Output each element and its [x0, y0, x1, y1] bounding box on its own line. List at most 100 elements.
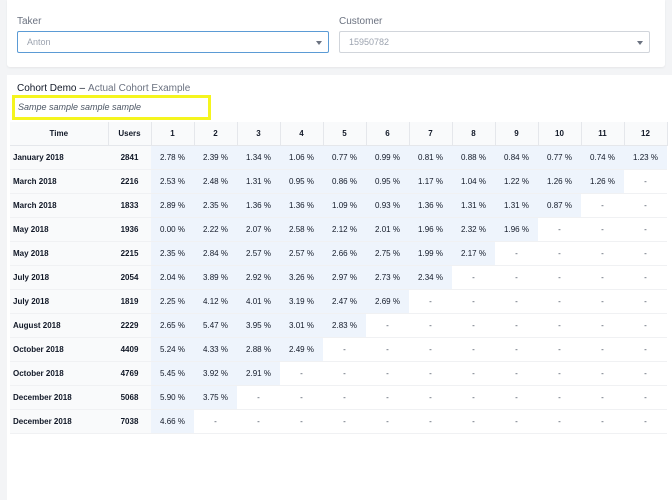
retention-cell: 1.36 % [237, 193, 280, 218]
retention-cell: - [624, 241, 667, 266]
retention-cell: - [323, 385, 366, 410]
table-header-row: Time Users 1 2 3 4 5 6 7 8 9 10 11 12 [10, 122, 668, 146]
retention-cell: - [452, 289, 495, 314]
retention-cell: - [624, 217, 667, 242]
table-row: August 2018 2229 2.65 % 5.47 % 3.95 % 3.01 % 2… [10, 313, 667, 338]
retention-cell: - [538, 265, 581, 290]
retention-cell: 4.12 % [194, 289, 237, 314]
retention-cell: - [538, 313, 581, 338]
retention-cell: 0.00 % [151, 217, 194, 242]
retention-cell: 1.96 % [495, 217, 538, 242]
card-subtitle: Actual Cohort Example [88, 83, 191, 94]
table-body: January 2018 2841 2.78 % 2.39 % 1.34 % 1.06 %… [10, 145, 667, 434]
retention-cell: - [366, 361, 409, 386]
retention-cell: 2.66 % [323, 241, 366, 266]
retention-cell: 3.89 % [194, 265, 237, 290]
table-row: March 2018 2216 2.53 % 2.48 % 1.31 % 0.95 % 0.… [10, 169, 667, 194]
retention-cell: - [624, 385, 667, 410]
customer-value: 15950782 [349, 37, 390, 47]
column-header: 9 [495, 122, 539, 146]
retention-cell: 5.45 % [151, 361, 194, 386]
retention-cell: 3.75 % [194, 385, 237, 410]
retention-cell: 2.91 % [237, 361, 280, 386]
column-header: 12 [624, 122, 668, 146]
retention-cell: 1.22 % [495, 169, 538, 194]
cohort-time-cell: July 2018 [10, 265, 108, 290]
chevron-down-icon [316, 41, 322, 45]
retention-cell: 2.84 % [194, 241, 237, 266]
cohort-users-cell: 2841 [108, 145, 151, 170]
retention-cell: - [624, 193, 667, 218]
cohort-users-cell: 2229 [108, 313, 151, 338]
cohort-users-cell: 4409 [108, 337, 151, 362]
retention-cell: 2.88 % [237, 337, 280, 362]
retention-cell: 0.99 % [366, 145, 409, 170]
retention-cell: 2.65 % [151, 313, 194, 338]
chevron-down-icon [637, 41, 643, 45]
cohort-users-cell: 7038 [108, 409, 151, 434]
table-row: May 2018 1936 0.00 % 2.22 % 2.07 % 2.58 % 2.12… [10, 217, 667, 242]
retention-cell: 2.25 % [151, 289, 194, 314]
table-row: December 2018 5068 5.90 % 3.75 % - - - - - - - - - - [10, 385, 667, 410]
customer-select[interactable]: 15950782 [339, 31, 650, 53]
retention-cell: 1.96 % [409, 217, 452, 242]
cohort-time-cell: August 2018 [10, 313, 108, 338]
retention-cell: - [409, 409, 452, 434]
retention-cell: - [452, 313, 495, 338]
retention-cell: 2.01 % [366, 217, 409, 242]
retention-cell: 1.36 % [280, 193, 323, 218]
retention-cell: - [452, 385, 495, 410]
retention-cell: - [495, 409, 538, 434]
retention-cell: 1.17 % [409, 169, 452, 194]
column-header: 4 [280, 122, 324, 146]
retention-cell: - [194, 409, 237, 434]
table-row: May 2018 2215 2.35 % 2.84 % 2.57 % 2.57 % 2.66… [10, 241, 667, 266]
retention-cell: - [452, 409, 495, 434]
column-header: 3 [237, 122, 281, 146]
retention-cell: - [581, 313, 624, 338]
retention-cell: 1.23 % [624, 145, 667, 170]
retention-cell: - [495, 241, 538, 266]
retention-cell: 2.78 % [151, 145, 194, 170]
retention-cell: 2.35 % [194, 193, 237, 218]
column-header: Time [10, 122, 109, 146]
retention-cell: - [538, 241, 581, 266]
retention-cell: - [538, 337, 581, 362]
retention-cell: - [280, 361, 323, 386]
retention-cell: 2.35 % [151, 241, 194, 266]
retention-cell: 0.88 % [452, 145, 495, 170]
table-row: March 2018 1833 2.89 % 2.35 % 1.36 % 1.36 % 1.… [10, 193, 667, 218]
retention-cell: 2.92 % [237, 265, 280, 290]
card-header: Cohort Demo – Actual Cohort Example [17, 83, 190, 94]
cohort-users-cell: 1819 [108, 289, 151, 314]
retention-cell: 2.83 % [323, 313, 366, 338]
retention-cell: 2.57 % [280, 241, 323, 266]
description-text: Sampe sample sample sample [18, 102, 142, 112]
retention-cell: - [409, 337, 452, 362]
retention-cell: - [624, 289, 667, 314]
retention-cell: 4.01 % [237, 289, 280, 314]
retention-cell: - [452, 265, 495, 290]
taker-select[interactable]: Anton [17, 31, 329, 53]
retention-cell: 5.24 % [151, 337, 194, 362]
retention-cell: - [495, 361, 538, 386]
cohort-users-cell: 2216 [108, 169, 151, 194]
retention-cell: 1.31 % [452, 193, 495, 218]
retention-cell: 4.66 % [151, 409, 194, 434]
retention-cell: 1.31 % [237, 169, 280, 194]
retention-cell: - [538, 385, 581, 410]
retention-cell: 2.22 % [194, 217, 237, 242]
cohort-users-cell: 2054 [108, 265, 151, 290]
retention-cell: 2.58 % [280, 217, 323, 242]
retention-cell: 2.53 % [151, 169, 194, 194]
retention-cell: 0.86 % [323, 169, 366, 194]
retention-cell: 3.95 % [237, 313, 280, 338]
retention-cell: - [581, 289, 624, 314]
retention-cell: 1.26 % [581, 169, 624, 194]
retention-cell: 2.32 % [452, 217, 495, 242]
retention-cell: - [495, 265, 538, 290]
title-separator: – [79, 83, 86, 94]
cohort-time-cell: October 2018 [10, 337, 108, 362]
retention-cell: 2.48 % [194, 169, 237, 194]
retention-cell: 1.26 % [538, 169, 581, 194]
